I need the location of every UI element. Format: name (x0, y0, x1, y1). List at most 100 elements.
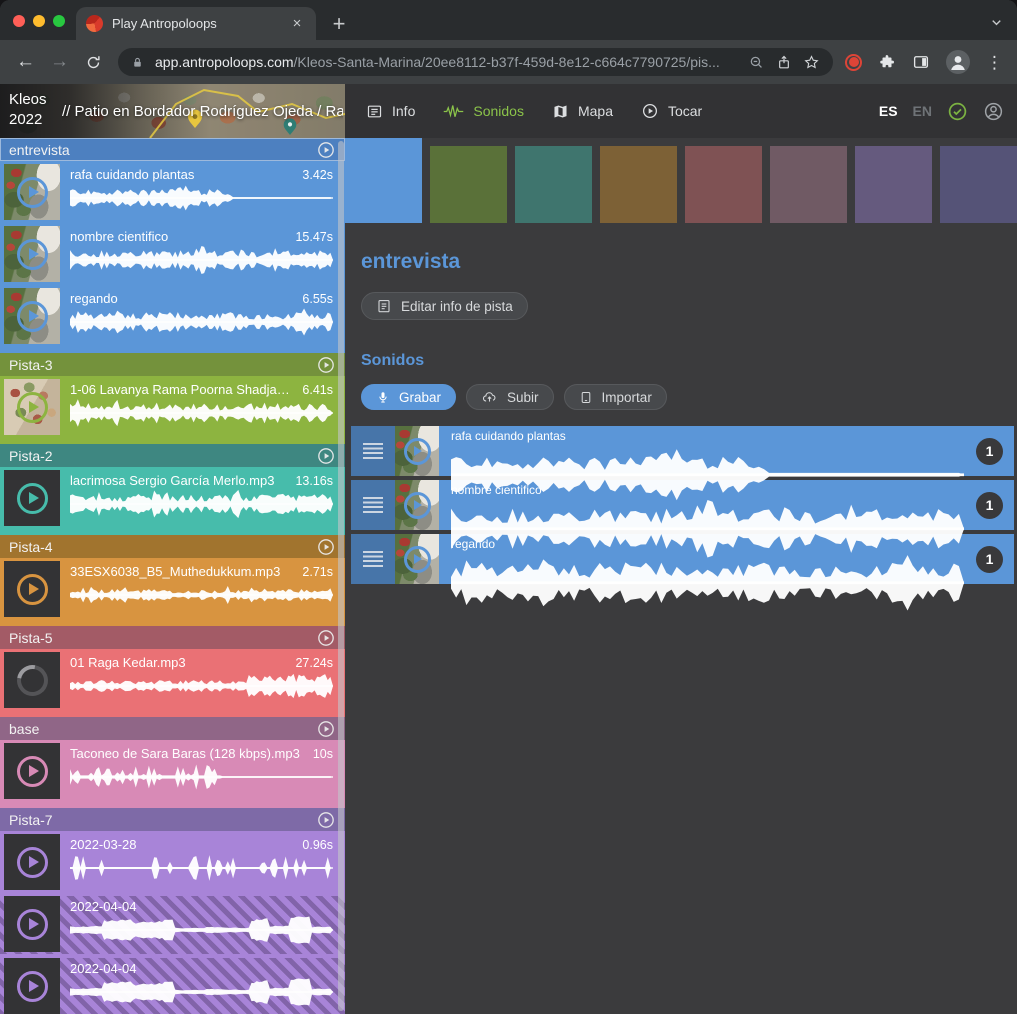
sound-thumbnail[interactable] (4, 470, 60, 526)
play-icon[interactable] (17, 483, 48, 514)
play-icon[interactable] (17, 239, 48, 270)
sound-duration: 13.16s (295, 474, 333, 488)
play-icon[interactable] (404, 492, 431, 519)
track-header[interactable]: Pista-2 (0, 444, 345, 467)
sidebar-sound-item[interactable]: lacrimosa Sergio García Merlo.mp3 13.16s (0, 470, 345, 528)
profile-avatar[interactable] (946, 50, 970, 74)
track-header[interactable]: Pista-4 (0, 535, 345, 558)
play-icon[interactable] (404, 546, 431, 573)
account-icon[interactable] (983, 101, 1004, 122)
play-icon[interactable] (17, 574, 48, 605)
track-color-swatch[interactable] (940, 146, 1017, 223)
sound-thumbnail[interactable] (4, 896, 60, 952)
extensions-puzzle-icon[interactable] (878, 53, 896, 71)
track-play-icon[interactable] (316, 719, 336, 739)
browser-tab[interactable]: Play Antropoloops × (76, 7, 316, 40)
macos-minimize-button[interactable] (33, 15, 45, 27)
forward-button[interactable]: → (44, 47, 75, 78)
sidebar-sound-item[interactable]: 1-06 Lavanya Rama Poorna Shadjam Rupak..… (0, 379, 345, 437)
play-icon[interactable] (10, 658, 53, 701)
track-play-icon[interactable] (316, 628, 336, 648)
track-header[interactable]: Pista-7 (0, 808, 345, 831)
drag-handle[interactable] (351, 426, 395, 476)
reload-button[interactable] (78, 47, 109, 78)
address-bar[interactable]: app.antropoloops.com/Kleos-Santa-Marina/… (118, 48, 833, 76)
macos-fullscreen-button[interactable] (53, 15, 65, 27)
panel-sound-row[interactable]: rafa cuidando plantas 1 (351, 426, 1014, 476)
sound-thumbnail[interactable] (4, 288, 60, 344)
track-header[interactable]: Pista-3 (0, 353, 345, 376)
track-header[interactable]: Pista-5 (0, 626, 345, 649)
sidebar-sound-item[interactable]: nombre cientifico 15.47s (0, 226, 345, 284)
sound-thumbnail[interactable] (4, 834, 60, 890)
browser-menu-icon[interactable]: ⋮ (986, 54, 1003, 71)
panel-sound-row[interactable]: regando 1 (351, 534, 1014, 584)
sync-check-icon[interactable] (947, 101, 968, 122)
sidebar-sound-item[interactable]: 01 Raga Kedar.mp3 27.24s (0, 652, 345, 710)
sound-action-button[interactable]: Grabar (361, 384, 456, 410)
track-play-icon[interactable] (316, 810, 336, 830)
track-color-swatch[interactable] (600, 146, 677, 223)
sidebar-sound-item[interactable]: 2022-04-04 (0, 958, 345, 1014)
track-header[interactable]: base (0, 717, 345, 740)
tab-close-icon[interactable]: × (288, 15, 306, 33)
play-icon[interactable] (17, 177, 48, 208)
track-color-swatch[interactable] (770, 146, 847, 223)
panel-sound-row[interactable]: nombre cientifico 1 (351, 480, 1014, 530)
sound-thumbnail[interactable] (4, 958, 60, 1014)
track-color-swatch[interactable] (855, 146, 932, 223)
sidebar-sound-item[interactable]: 2022-04-04 (0, 896, 345, 954)
language-option[interactable]: ES (879, 103, 898, 119)
sound-thumbnail[interactable] (4, 652, 60, 708)
sound-thumbnail[interactable] (4, 743, 60, 799)
bookmark-star-icon[interactable] (803, 54, 820, 71)
sidebar-sound-item[interactable]: 2022-03-28 0.96s (0, 834, 345, 892)
zoom-out-icon[interactable] (748, 54, 765, 71)
nav-tab[interactable]: Sonidos (435, 97, 532, 125)
macos-close-button[interactable] (13, 15, 25, 27)
language-option[interactable]: EN (913, 103, 932, 119)
drag-handle[interactable] (351, 534, 395, 584)
track-play-icon[interactable] (316, 140, 336, 160)
track-color-swatch[interactable] (685, 146, 762, 223)
share-icon[interactable] (776, 54, 792, 71)
record-extension-icon[interactable] (845, 54, 862, 71)
track-play-icon[interactable] (316, 446, 336, 466)
play-icon[interactable] (17, 847, 48, 878)
track-header[interactable]: entrevista (0, 138, 345, 161)
track-play-icon[interactable] (316, 537, 336, 557)
back-button[interactable]: ← (10, 47, 41, 78)
track-play-icon[interactable] (316, 355, 336, 375)
play-icon[interactable] (17, 301, 48, 332)
side-panel-icon[interactable] (912, 53, 930, 71)
sound-thumbnail[interactable] (4, 164, 60, 220)
sound-thumbnail[interactable] (395, 426, 439, 476)
track-color-swatch[interactable] (345, 138, 422, 223)
play-icon[interactable] (17, 392, 48, 423)
sidebar-sound-item[interactable]: 33ESX6038_B5_Muthedukkum.mp3 2.71s (0, 561, 345, 619)
play-icon[interactable] (17, 971, 48, 1002)
sound-action-button[interactable]: Subir (466, 384, 554, 410)
play-icon[interactable] (17, 756, 48, 787)
sidebar-scrollbar[interactable] (338, 141, 344, 1011)
edit-track-info-button[interactable]: Editar info de pista (361, 292, 528, 320)
play-icon[interactable] (17, 909, 48, 940)
sound-thumbnail[interactable] (4, 379, 60, 435)
sidebar-sound-item[interactable]: Taconeo de Sara Baras (128 kbps).mp3 10s (0, 743, 345, 801)
sound-thumbnail[interactable] (4, 226, 60, 282)
sound-action-button[interactable]: Importar (564, 384, 667, 410)
drag-handle[interactable] (351, 480, 395, 530)
sound-thumbnail[interactable] (4, 561, 60, 617)
nav-tab[interactable]: Tocar (633, 96, 710, 126)
sidebar-sound-item[interactable]: rafa cuidando plantas 3.42s (0, 164, 345, 222)
new-tab-button[interactable]: + (324, 8, 354, 40)
nav-tab[interactable]: Info (358, 97, 423, 126)
play-icon[interactable] (404, 438, 431, 465)
track-color-swatch[interactable] (515, 146, 592, 223)
nav-tab[interactable]: Mapa (544, 97, 621, 126)
track-color-swatch[interactable] (430, 146, 507, 223)
tab-search-chevron-icon[interactable] (989, 15, 1004, 30)
sidebar-sound-item[interactable]: regando 6.55s (0, 288, 345, 346)
sound-thumbnail[interactable] (395, 480, 439, 530)
sound-thumbnail[interactable] (395, 534, 439, 584)
